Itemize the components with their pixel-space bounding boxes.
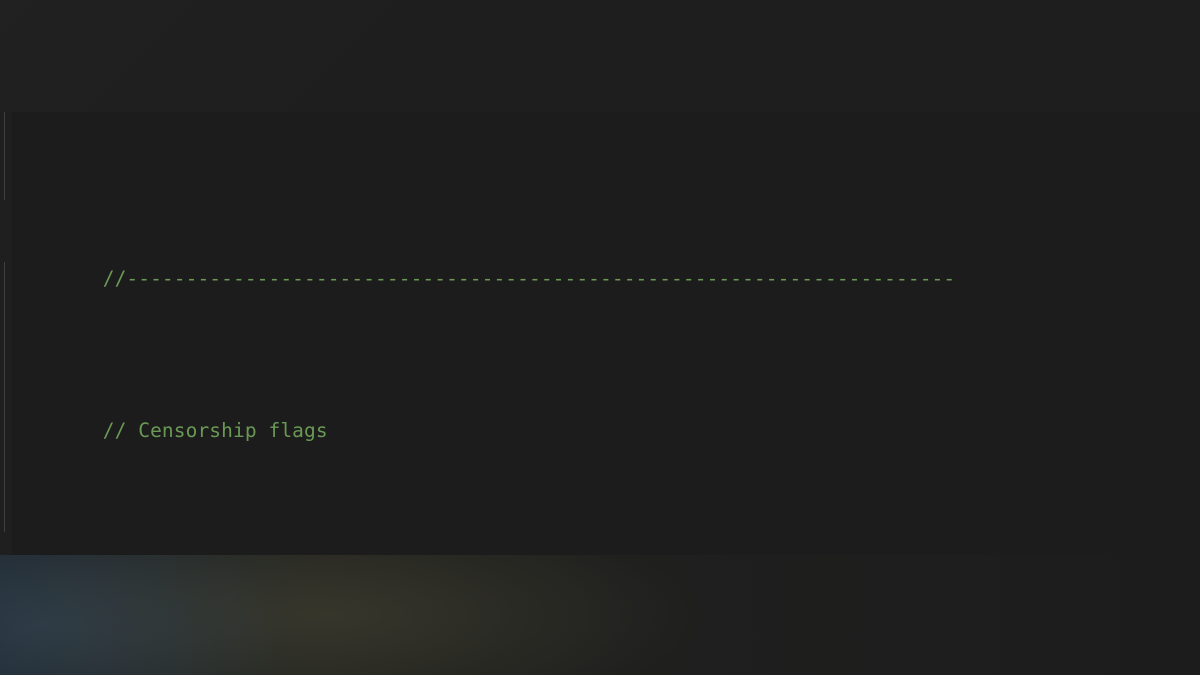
comment-censorship-flags: // Censorship flags [102, 419, 328, 443]
code-content[interactable]: //--------------------------------------… [0, 112, 1200, 555]
code-line-header-rule: //--------------------------------------… [0, 234, 1200, 290]
backdrop-top [0, 0, 1200, 112]
screenshot-root: //--------------------------------------… [0, 0, 1200, 675]
comment-header-rule: //--------------------------------------… [102, 267, 956, 291]
code-editor-panel[interactable]: //--------------------------------------… [0, 112, 1200, 555]
backdrop-bottom [0, 555, 1200, 675]
code-line-blank-1 [0, 538, 1200, 555]
code-line-header-comment: // Censorship flags [0, 386, 1200, 442]
